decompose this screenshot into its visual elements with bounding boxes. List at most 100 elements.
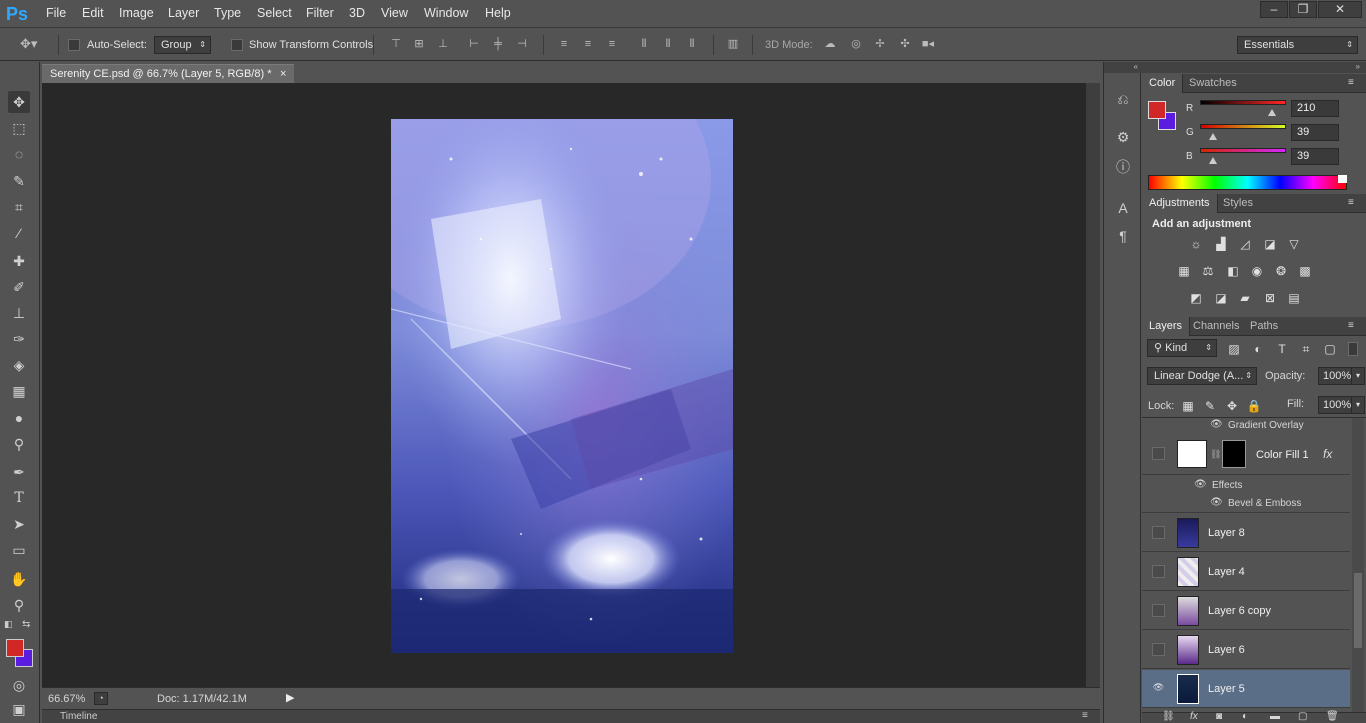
zoom-level[interactable]: 66.67% <box>48 693 85 705</box>
blur-tool-icon[interactable]: ● <box>8 407 30 429</box>
distribute-vcenter-icon[interactable]: ≡ <box>580 37 596 51</box>
menu-layer[interactable]: Layer <box>168 6 199 20</box>
link-layers-icon[interactable]: ⛓ <box>1162 711 1175 722</box>
align-hcenter-icon[interactable]: ╪ <box>490 37 506 51</box>
swap-colors-icon[interactable]: ⇆ <box>22 619 30 630</box>
panel-menu-icon[interactable]: ≡ <box>1082 710 1088 721</box>
status-info-icon[interactable]: ◔ <box>94 692 108 705</box>
collapse-strip-icon[interactable]: « <box>1104 62 1142 73</box>
menu-window[interactable]: Window <box>424 6 468 20</box>
color-balance-icon[interactable]: ⚖ <box>1200 264 1216 278</box>
lock-all-icon[interactable]: 🔒 <box>1246 399 1262 413</box>
eye-icon[interactable]: 👁 <box>1210 419 1223 430</box>
layers-scrollbar[interactable] <box>1352 418 1364 712</box>
panel-menu-icon[interactable]: ≡ <box>1348 77 1354 88</box>
menu-view[interactable]: View <box>381 6 408 20</box>
3d-scale-icon[interactable]: ■◂ <box>920 37 936 51</box>
clone-stamp-tool-icon[interactable]: ⊥ <box>8 302 30 324</box>
visibility-toggle[interactable] <box>1152 643 1165 656</box>
scrollbar-thumb[interactable] <box>1354 573 1362 648</box>
layer-row-color-fill[interactable]: ⛓ Color Fill 1 fx <box>1142 435 1350 475</box>
effects-row[interactable]: 👁 Effects <box>1142 476 1350 494</box>
new-layer-icon[interactable]: ▢ <box>1298 711 1307 722</box>
distribute-right-icon[interactable]: ⦀ <box>684 37 700 51</box>
3d-roll-icon[interactable]: ◎ <box>848 37 864 51</box>
opacity-input[interactable]: 100% <box>1318 367 1352 385</box>
channel-g-slider[interactable] <box>1200 124 1286 129</box>
brightness-contrast-icon[interactable]: ☼ <box>1188 237 1204 251</box>
canvas-scrollbar[interactable] <box>1086 83 1100 687</box>
delete-layer-icon[interactable]: 🗑 <box>1326 711 1339 722</box>
effect-row-bevel-emboss[interactable]: 👁 Bevel & Emboss <box>1142 494 1350 513</box>
color-lookup-icon[interactable]: ▩ <box>1297 264 1313 278</box>
path-selection-tool-icon[interactable]: ➤ <box>8 513 30 535</box>
eraser-tool-icon[interactable]: ◈ <box>8 354 30 376</box>
history-brush-tool-icon[interactable]: ✑ <box>8 328 30 350</box>
menu-file[interactable]: File <box>46 6 66 20</box>
curves-icon[interactable]: ◿ <box>1237 237 1253 251</box>
effect-row-gradient-overlay[interactable]: 👁 Gradient Overlay <box>1142 418 1350 434</box>
filter-shape-icon[interactable]: ⌗ <box>1298 342 1314 356</box>
align-bottom-icon[interactable]: ⊥ <box>435 37 451 51</box>
layer-row-layer-6[interactable]: Layer 6 <box>1142 631 1350 669</box>
move-tool-icon[interactable]: ✥ <box>8 91 30 113</box>
close-tab-icon[interactable]: × <box>280 65 286 83</box>
distribute-left-icon[interactable]: ⦀ <box>636 37 652 51</box>
menu-filter[interactable]: Filter <box>306 6 334 20</box>
auto-select-checkbox[interactable] <box>68 39 80 51</box>
panel-menu-icon[interactable]: ≡ <box>1348 320 1354 331</box>
minimize-button[interactable]: – <box>1260 1 1288 18</box>
fx-icon[interactable]: fx <box>1323 447 1332 461</box>
hand-tool-icon[interactable]: ✋ <box>8 568 30 590</box>
channel-r-thumb[interactable] <box>1268 109 1276 116</box>
menu-image[interactable]: Image <box>119 6 154 20</box>
visibility-toggle[interactable] <box>1152 526 1165 539</box>
tab-adjustments[interactable]: Adjustments <box>1142 194 1218 213</box>
filter-type-icon[interactable]: T <box>1274 342 1290 356</box>
align-top-icon[interactable]: ⊤ <box>388 37 404 51</box>
color-spectrum-ramp[interactable] <box>1148 175 1347 190</box>
restore-button[interactable]: ❐ <box>1289 1 1317 18</box>
show-transform-checkbox[interactable] <box>231 39 243 51</box>
filter-adjustment-icon[interactable]: ◐ <box>1250 342 1266 356</box>
eye-icon[interactable]: 👁 <box>1152 682 1165 695</box>
link-icon[interactable]: ⛓ <box>1210 449 1221 460</box>
filter-pixel-icon[interactable]: ▨ <box>1226 342 1242 356</box>
tab-paths[interactable]: Paths <box>1243 317 1285 336</box>
channel-mixer-icon[interactable]: ❂ <box>1273 264 1289 278</box>
layer-row-layer-8[interactable]: Layer 8 <box>1142 514 1350 552</box>
lock-transparent-icon[interactable]: ▦ <box>1180 399 1196 413</box>
menu-edit[interactable]: Edit <box>82 6 104 20</box>
workspace-dropdown[interactable]: Essentials ⇕ <box>1237 36 1358 54</box>
auto-select-dropdown[interactable]: Group ⇕ <box>154 36 211 54</box>
menu-help[interactable]: Help <box>485 6 511 20</box>
close-window-button[interactable]: ✕ <box>1318 1 1362 18</box>
distribute-bottom-icon[interactable]: ≡ <box>604 37 620 51</box>
move-tool-preset-icon[interactable]: ✥▾ <box>20 37 37 51</box>
layer-filter-kind-dropdown[interactable]: ⚲ Kind ⇕ <box>1147 339 1217 357</box>
eye-icon[interactable]: 👁 <box>1210 497 1223 508</box>
properties-panel-icon[interactable]: ⚙ <box>1114 128 1132 146</box>
lock-image-icon[interactable]: ✎ <box>1202 399 1218 413</box>
distribute-top-icon[interactable]: ≡ <box>556 37 572 51</box>
collapse-panels-icon[interactable]: » <box>1142 62 1366 73</box>
tab-color[interactable]: Color <box>1142 74 1184 93</box>
visibility-toggle[interactable] <box>1152 447 1165 460</box>
crop-tool-icon[interactable]: ⌗ <box>8 196 30 218</box>
channel-b-thumb[interactable] <box>1209 157 1217 164</box>
opacity-dropdown-arrow-icon[interactable]: ▾ <box>1351 367 1365 385</box>
new-adjustment-layer-icon[interactable]: ◐ <box>1242 711 1248 722</box>
black-white-icon[interactable]: ◧ <box>1225 264 1241 278</box>
fill-input[interactable]: 100% <box>1318 396 1352 414</box>
status-menu-arrow-icon[interactable]: ▶ <box>286 691 294 704</box>
3d-drag-icon[interactable]: ✢ <box>872 37 888 51</box>
timeline-label[interactable]: Timeline <box>60 711 97 722</box>
align-right-icon[interactable]: ⊣ <box>514 37 530 51</box>
menu-3d[interactable]: 3D <box>349 6 365 20</box>
align-left-icon[interactable]: ⊢ <box>466 37 482 51</box>
threshold-icon[interactable]: ▰ <box>1237 291 1253 305</box>
dodge-tool-icon[interactable]: ⚲ <box>8 433 30 455</box>
history-panel-icon[interactable]: ⎌ <box>1114 90 1132 108</box>
tab-styles[interactable]: Styles <box>1216 194 1260 213</box>
channel-b-slider[interactable] <box>1200 148 1286 153</box>
